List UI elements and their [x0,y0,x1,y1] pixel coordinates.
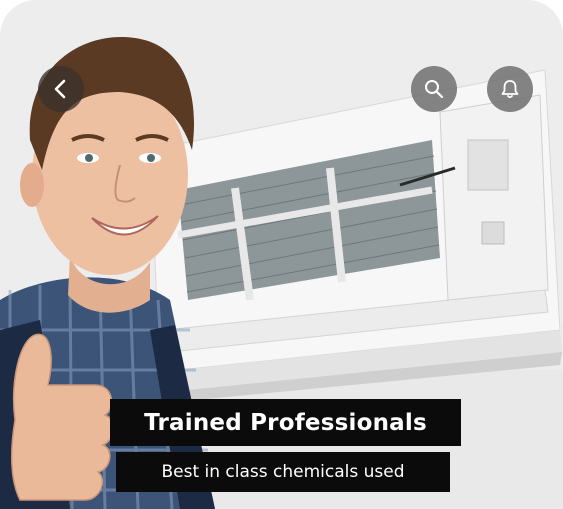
notification-button[interactable] [487,66,533,112]
hero-title: Trained Professionals [110,399,461,446]
hero-subtitle: Best in class chemicals used [116,452,450,492]
chevron-left-icon [50,78,72,100]
search-icon [423,78,445,100]
hero-card: Trained Professionals Best in class chem… [0,0,563,509]
search-button[interactable] [411,66,457,112]
back-button[interactable] [38,66,84,112]
bell-icon [499,78,521,100]
